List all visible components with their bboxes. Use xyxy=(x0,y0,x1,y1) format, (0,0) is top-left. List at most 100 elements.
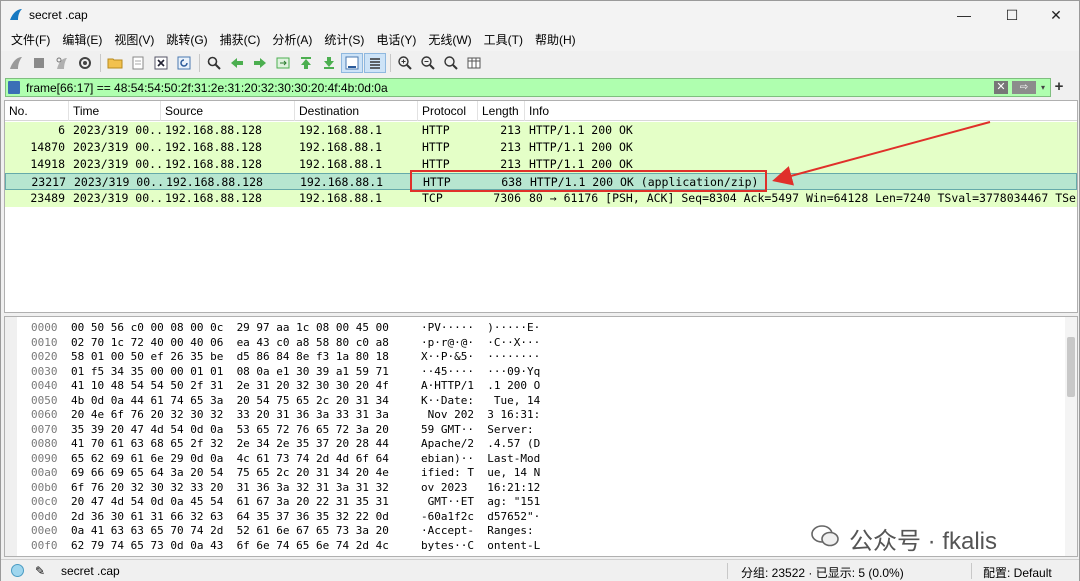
menu-wireless[interactable]: 无线(W) xyxy=(422,29,477,51)
status-profile[interactable]: 配置: Default xyxy=(983,564,1052,581)
hex-line[interactable]: 00b0 6f 76 20 32 30 32 33 20 31 36 3a 32 … xyxy=(31,481,1061,496)
main-toolbar xyxy=(1,51,1079,75)
menu-view[interactable]: 视图(V) xyxy=(108,29,160,51)
arrow-right-icon xyxy=(254,58,266,68)
find-packet-button[interactable] xyxy=(203,53,225,73)
close-button[interactable]: ✕ xyxy=(1033,1,1079,29)
hex-offset: 0010 xyxy=(31,335,58,349)
autoscroll-icon xyxy=(345,56,359,70)
hex-bytes: 20 4e 6f 76 20 32 30 32 33 20 31 36 3a 3… xyxy=(71,408,389,421)
hex-bytes: 01 f5 34 35 00 00 01 01 08 0a e1 30 39 a… xyxy=(71,364,389,378)
close-file-button[interactable] xyxy=(150,53,172,73)
go-forward-button[interactable] xyxy=(249,53,271,73)
menu-analyze[interactable]: 分析(A) xyxy=(266,29,318,51)
zoom-in-button[interactable] xyxy=(394,53,416,73)
clear-filter-icon[interactable]: ✕ xyxy=(994,81,1008,94)
open-file-button[interactable] xyxy=(104,53,126,73)
hex-offset: 00d0 xyxy=(31,509,58,523)
hex-offset: 0040 xyxy=(31,379,58,392)
hex-bytes: 58 01 00 50 ef 26 35 be d5 86 84 8e f3 1… xyxy=(71,350,389,363)
hex-offset: 0080 xyxy=(31,437,58,450)
go-back-button[interactable] xyxy=(226,53,248,73)
menu-bar: 文件(F) 编辑(E) 视图(V) 跳转(G) 捕获(C) 分析(A) 统计(S… xyxy=(1,29,1079,51)
hex-bytes: 20 47 4d 54 0d 0a 45 54 61 67 3a 20 22 3… xyxy=(71,495,389,508)
toolbar-separator xyxy=(199,54,200,72)
scrollbar-thumb[interactable] xyxy=(1067,337,1075,397)
expert-info-icon[interactable] xyxy=(11,564,24,577)
hex-bytes: 02 70 1c 72 40 00 40 06 ea 43 c0 a8 58 8… xyxy=(71,335,389,349)
hex-bytes: 65 62 69 61 6e 29 0d 0a 4c 61 73 74 2d 4… xyxy=(71,451,389,465)
bookmark-icon[interactable] xyxy=(8,81,20,94)
save-file-button[interactable] xyxy=(127,53,149,73)
menu-statistics[interactable]: 统计(S) xyxy=(318,29,370,51)
bytes-pane-gutter xyxy=(5,317,17,556)
first-packet-button[interactable] xyxy=(295,53,317,73)
zoom-out-button[interactable] xyxy=(417,53,439,73)
display-filter-bar[interactable]: frame[66:17] == 48:54:54:50:2f:31:2e:31:… xyxy=(5,78,1051,97)
hex-offset: 0070 xyxy=(31,422,58,436)
start-capture-button[interactable] xyxy=(5,53,27,73)
hex-ascii: A·HTTP/1 .1 200 O xyxy=(421,379,541,392)
hex-offset: 0020 xyxy=(31,350,58,363)
menu-tools[interactable]: 工具(T) xyxy=(478,29,529,51)
hex-offset: 0060 xyxy=(31,408,58,421)
menu-edit[interactable]: 编辑(E) xyxy=(56,29,108,51)
menu-file[interactable]: 文件(F) xyxy=(5,29,56,51)
hex-ascii: Nov 202 3 16:31: xyxy=(421,408,541,421)
hex-line[interactable]: 0090 65 62 69 61 6e 29 0d 0a 4c 61 73 74 … xyxy=(31,452,1061,467)
folder-icon xyxy=(107,58,123,69)
hex-line[interactable]: 0040 41 10 48 54 54 50 2f 31 2e 31 20 32 … xyxy=(31,379,1061,394)
title-bar: secret .cap — ☐ ✕ xyxy=(1,1,1079,29)
colorize-button[interactable] xyxy=(364,53,386,73)
zoom-normal-button[interactable] xyxy=(440,53,462,73)
add-filter-button[interactable]: + xyxy=(1052,79,1066,95)
restart-capture-button[interactable] xyxy=(51,53,73,73)
display-filter-input[interactable]: frame[66:17] == 48:54:54:50:2f:31:2e:31:… xyxy=(26,81,388,95)
hex-offset: 00c0 xyxy=(31,495,58,508)
autoscroll-button[interactable] xyxy=(341,53,363,73)
hex-line[interactable]: 0050 4b 0d 0a 44 61 74 65 3a 20 54 75 65 … xyxy=(31,394,1061,409)
status-packet-count: 分组: 23522 · 已显示: 5 (0.0%) xyxy=(741,566,904,580)
menu-telephony[interactable]: 电话(Y) xyxy=(370,29,422,51)
hex-line[interactable]: 0030 01 f5 34 35 00 00 01 01 08 0a e1 30 … xyxy=(31,365,1061,380)
menu-capture[interactable]: 捕获(C) xyxy=(214,29,267,51)
restart-fin-icon xyxy=(56,57,67,69)
hex-line[interactable]: 0060 20 4e 6f 76 20 32 30 32 33 20 31 36 … xyxy=(31,408,1061,423)
maximize-button[interactable]: ☐ xyxy=(989,1,1035,29)
hex-line[interactable]: 0020 58 01 00 50 ef 26 35 be d5 86 84 8e … xyxy=(31,350,1061,365)
filter-history-dropdown-icon[interactable]: ▾ xyxy=(1038,81,1048,94)
resize-columns-button[interactable] xyxy=(463,53,485,73)
hex-bytes: 6f 76 20 32 30 32 33 20 31 36 3a 32 31 3… xyxy=(71,480,389,494)
hex-bytes: 4b 0d 0a 44 61 74 65 3a 20 54 75 65 2c 2… xyxy=(71,393,389,407)
hex-offset: 0030 xyxy=(31,364,58,378)
hex-line[interactable]: 00c0 20 47 4d 54 0d 0a 45 54 61 67 3a 20 … xyxy=(31,495,1061,510)
bytes-pane-scrollbar[interactable] xyxy=(1065,317,1077,556)
apply-filter-icon[interactable]: ⇨ xyxy=(1012,81,1036,94)
reload-file-button[interactable] xyxy=(173,53,195,73)
go-to-packet-button[interactable] xyxy=(272,53,294,73)
stop-capture-button[interactable] xyxy=(28,53,50,73)
minimize-button[interactable]: — xyxy=(941,1,987,29)
hex-ascii: ··45···· ···09·Yq xyxy=(421,364,541,378)
hex-ascii: K··Date: Tue, 14 xyxy=(421,393,541,407)
hex-line[interactable]: 00a0 69 66 69 65 64 3a 20 54 75 65 2c 20 … xyxy=(31,466,1061,481)
hex-line[interactable]: 0080 41 70 61 63 68 65 2f 32 2e 34 2e 35 … xyxy=(31,437,1061,452)
stop-icon xyxy=(34,58,44,68)
edit-comment-icon[interactable]: ✎ xyxy=(35,564,49,578)
hex-bytes: 2d 36 30 61 31 66 32 63 64 35 37 36 35 3… xyxy=(71,509,389,523)
capture-options-button[interactable] xyxy=(74,53,96,73)
file-icon xyxy=(132,56,144,70)
goto-packet-icon xyxy=(276,57,290,69)
hex-line[interactable]: 0070 35 39 20 47 4d 54 0d 0a 53 65 72 76 … xyxy=(31,423,1061,438)
lines-icon xyxy=(370,58,380,69)
hex-bytes: 00 50 56 c0 00 08 00 0c 29 97 aa 1c 08 0… xyxy=(71,321,389,334)
hex-ascii: ·PV····· )·····E· xyxy=(421,321,541,334)
last-packet-button[interactable] xyxy=(318,53,340,73)
hex-line[interactable]: 0000 00 50 56 c0 00 08 00 0c 29 97 aa 1c … xyxy=(31,321,1061,336)
packet-list: No. Time Source Destination Protocol Len… xyxy=(4,100,1078,313)
menu-help[interactable]: 帮助(H) xyxy=(529,29,582,51)
menu-go[interactable]: 跳转(G) xyxy=(160,29,213,51)
zoom-normal-icon xyxy=(444,56,458,70)
hex-line[interactable]: 0010 02 70 1c 72 40 00 40 06 ea 43 c0 a8 … xyxy=(31,336,1061,351)
status-bar: ✎ secret .cap 分组: 23522 · 已显示: 5 (0.0%) … xyxy=(1,559,1079,581)
